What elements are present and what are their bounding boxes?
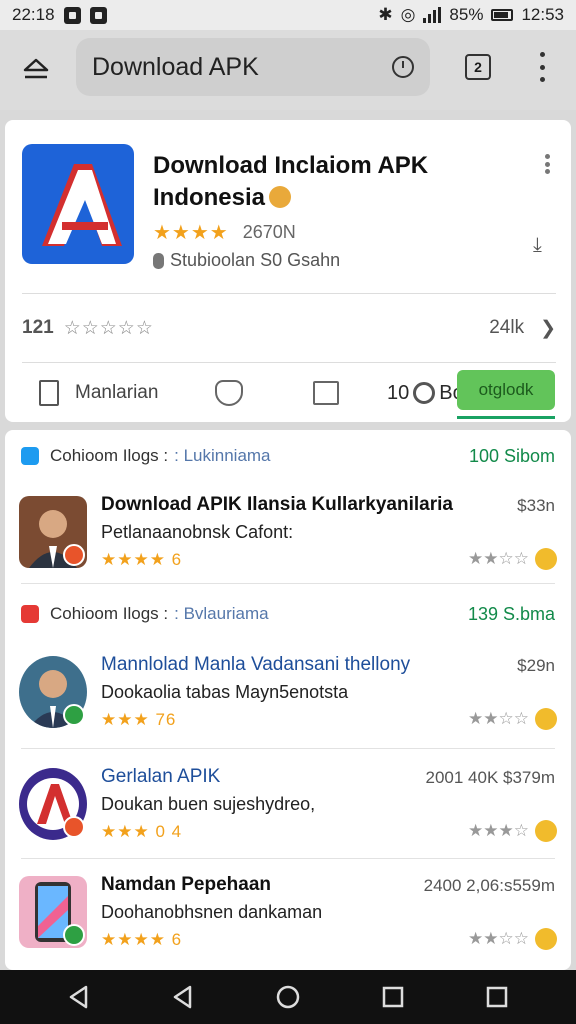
item-rating: ★★★ 76 — [101, 710, 177, 729]
developer-icon — [153, 252, 164, 269]
item-stars-gray: ★★☆☆ — [468, 548, 557, 570]
item-stars-gray: ★★☆☆ — [468, 928, 557, 950]
badge-icon — [63, 816, 85, 838]
divider — [21, 583, 555, 584]
list-item[interactable]: Gerlalan APIK Doukan buen sujeshydreo, ★… — [5, 750, 571, 860]
list-item[interactable]: Mannlolad Manla Vadansani thellony Dooka… — [5, 638, 571, 748]
card-menu-button[interactable] — [545, 154, 550, 174]
status-time: 22:18 — [12, 5, 55, 24]
action-row: Manlarian 10 Bo otglodk — [5, 368, 571, 419]
battery-percent: 85% — [449, 5, 484, 24]
nav-recents-icon[interactable] — [484, 984, 510, 1010]
item-size: 2400 2,06:s559m — [423, 876, 555, 895]
divider — [21, 748, 555, 749]
item-subtitle: Doukan buen sujeshydreo, — [101, 794, 316, 814]
signal-icon — [423, 7, 442, 23]
download-button[interactable]: otglodk — [457, 370, 555, 410]
emoji-icon — [269, 186, 292, 208]
emoji-icon — [535, 708, 557, 730]
status-clock: 12:53 — [521, 5, 564, 24]
section-header[interactable]: Cohioom Ilogs :: Bvlauriama 139 S.bma — [5, 596, 571, 632]
divider — [22, 293, 556, 294]
item-size: $29n — [517, 656, 555, 675]
divider — [22, 362, 556, 363]
circle-icon — [413, 382, 436, 404]
back-button[interactable] — [16, 50, 56, 90]
app-list: Cohioom Ilogs :: Lukinniama 100 Sibom Do… — [5, 430, 571, 970]
chevron-right-icon: ❯ — [540, 317, 556, 339]
app-title: Download Inclaiom APK Indonesia — [153, 152, 429, 211]
screenshot-icon[interactable] — [313, 381, 339, 405]
app-logo-icon[interactable] — [22, 144, 134, 264]
item-subtitle: Dookaolia tabas Mayn5enotsta — [101, 682, 349, 702]
system-nav-bar — [0, 970, 576, 1024]
more-menu-button[interactable] — [528, 52, 556, 82]
search-input[interactable]: Download APK — [76, 38, 430, 96]
notification-icon — [89, 6, 107, 24]
item-title: Gerlalan APIK — [101, 766, 221, 787]
battery-icon — [491, 9, 514, 21]
item-stars-gray: ★★★☆ — [468, 820, 557, 842]
app-detail-card: Download Inclaiom APK Indonesia ★★★★ 267… — [5, 120, 571, 422]
play-badge-icon — [63, 704, 85, 726]
notification-icon — [63, 6, 81, 24]
app-rating: ★★★★ 2670N — [153, 220, 296, 245]
review-stars: ☆☆☆☆☆ — [63, 317, 154, 339]
twitter-icon — [21, 447, 39, 465]
alarm-icon: ◎ — [400, 5, 416, 24]
badge-icon — [63, 544, 85, 566]
item-subtitle: Petlanaanobnsk Cafont: — [101, 522, 294, 542]
emoji-icon — [535, 548, 557, 570]
history-icon[interactable] — [392, 56, 414, 78]
item-title: Download APIK Ilansia Kullarkyanilaria — [101, 494, 453, 515]
item-stars-gray: ★★☆☆ — [468, 708, 557, 730]
action-counter[interactable]: 10 Bo — [387, 382, 464, 405]
item-size: 2001 40K $379m — [425, 768, 556, 787]
nav-home-icon[interactable] — [275, 984, 301, 1010]
nav-back-icon[interactable] — [66, 984, 92, 1010]
reviews-row[interactable]: 121 ☆☆☆☆☆ 24lk ❯ — [22, 310, 556, 346]
back-icon — [23, 58, 49, 79]
item-title: Namdan Pepehaan — [101, 874, 271, 895]
action-label[interactable]: Manlarian — [75, 382, 158, 404]
nav-recents-icon[interactable] — [380, 984, 406, 1010]
download-count: 24lk — [489, 317, 525, 338]
emoji-icon — [535, 820, 557, 842]
item-title: Mannlolad Manla Vadansani thellony — [101, 654, 411, 675]
tab-indicator — [457, 416, 555, 419]
list-item[interactable]: Namdan Pepehaan Doohanobhsnen dankaman ★… — [5, 858, 571, 968]
item-size: $33n — [517, 496, 555, 515]
play-badge-icon — [63, 924, 85, 946]
status-bar: 22:18 ✱ ◎ 85% 12:53 — [0, 0, 576, 30]
developer-name[interactable]: Stubioolan S0 Gsahn — [153, 250, 340, 271]
wishlist-icon[interactable] — [215, 380, 243, 406]
emoji-icon — [535, 928, 557, 950]
youtube-icon — [21, 605, 39, 623]
item-rating: ★★★ 0 4 — [101, 822, 183, 841]
item-rating: ★★★★ 6 — [101, 550, 183, 569]
item-subtitle: Doohanobhsnen dankaman — [101, 902, 323, 922]
download-arrow-icon[interactable]: ⤓ — [533, 234, 542, 257]
section-count: 139 S.bma — [467, 603, 555, 624]
rating-stars: ★★★★ — [153, 222, 229, 244]
nav-back-icon[interactable] — [170, 984, 196, 1010]
search-query: Download APK — [92, 52, 259, 81]
tabs-button[interactable]: 2 — [465, 54, 491, 80]
bluetooth-icon: ✱ — [378, 5, 393, 24]
top-app-bar: Download APK 2 — [0, 30, 576, 110]
section-header[interactable]: Cohioom Ilogs :: Lukinniama 100 Sibom — [5, 438, 571, 474]
review-number: 121 — [22, 317, 54, 338]
rating-count: 2670N — [242, 222, 296, 242]
item-rating: ★★★★ 6 — [101, 930, 183, 949]
document-icon[interactable] — [39, 380, 59, 406]
section-count: 100 Sibom — [468, 445, 555, 466]
list-item[interactable]: Download APIK Ilansia Kullarkyanilaria P… — [5, 478, 571, 588]
